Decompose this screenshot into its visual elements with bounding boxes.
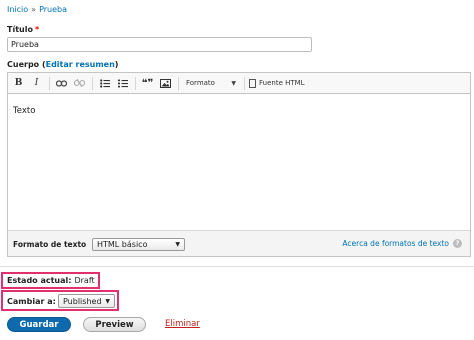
title-input[interactable]: [7, 37, 312, 52]
chevron-down-icon: ▼: [231, 79, 236, 87]
editor-content-area[interactable]: Texto: [8, 95, 470, 213]
change-state-value: Published: [63, 296, 102, 306]
breadcrumb-current-link[interactable]: Prueba: [39, 5, 67, 14]
delete-link[interactable]: Eliminar: [165, 319, 200, 329]
title-label: Título *: [7, 25, 39, 34]
source-html-label: Fuente HTML: [259, 79, 305, 87]
text-format-value: HTML básico: [97, 240, 148, 249]
text-format-label: Formato de texto: [13, 240, 87, 249]
breadcrumb: Inicio» Prueba: [7, 5, 67, 14]
text-formats-help-link[interactable]: Acerca de formatos de texto: [342, 239, 449, 248]
body-label-text: Cuerpo (: [7, 60, 46, 69]
bold-button[interactable]: B: [11, 76, 26, 91]
unlink-icon[interactable]: [72, 76, 87, 91]
text-format-bar: Formato de texto HTML básico ▼ Acerca de…: [8, 230, 470, 256]
blockquote-icon[interactable]: ❝❞: [140, 76, 155, 91]
body-label-end: ): [114, 60, 119, 69]
toolbar-divider: [135, 76, 136, 90]
toolbar-divider: [244, 76, 245, 90]
title-label-text: Título: [7, 25, 33, 34]
link-icon[interactable]: [54, 76, 69, 91]
required-mark: *: [34, 25, 40, 34]
change-state: Cambiar a: Published ▼: [1, 290, 119, 311]
toolbar-divider: [49, 76, 50, 90]
current-state-label: Estado actual:: [7, 276, 72, 285]
toolbar-divider: [92, 76, 93, 90]
bulleted-list-icon[interactable]: [97, 76, 112, 91]
current-state-value: Draft: [74, 276, 95, 285]
breadcrumb-separator: »: [31, 5, 37, 14]
body-label: Cuerpo (Editar resumen): [7, 60, 118, 69]
preview-button[interactable]: Preview: [83, 317, 146, 332]
chevron-down-icon: ▼: [105, 297, 110, 305]
save-button[interactable]: Guardar: [7, 317, 71, 332]
chevron-down-icon: ▼: [175, 241, 180, 248]
source-html-button[interactable]: Fuente HTML: [249, 76, 305, 91]
breadcrumb-home-link[interactable]: Inicio: [7, 5, 28, 14]
current-state: Estado actual: Draft: [1, 272, 100, 289]
change-state-select[interactable]: Published ▼: [58, 294, 115, 308]
rich-text-editor: B I ❝❞ Formato ▼ Fuente HTML Texto Forma…: [7, 72, 471, 257]
section-divider: [0, 266, 474, 267]
italic-button[interactable]: I: [29, 76, 44, 91]
numbered-list-icon[interactable]: [115, 76, 130, 91]
toolbar-divider: [178, 76, 179, 90]
help-icon[interactable]: ?: [453, 239, 462, 248]
text-format-help: Acerca de formatos de texto ?: [342, 239, 462, 248]
document-icon: [249, 78, 256, 88]
format-dropdown[interactable]: Formato ▼: [183, 76, 239, 91]
image-icon[interactable]: [158, 76, 173, 91]
edit-summary-link[interactable]: Editar resumen: [46, 60, 115, 69]
format-dropdown-label: Formato: [186, 79, 215, 87]
change-state-label: Cambiar a:: [7, 297, 56, 306]
editor-toolbar: B I ❝❞ Formato ▼ Fuente HTML: [8, 73, 470, 94]
text-format-select[interactable]: HTML básico ▼: [92, 238, 185, 251]
